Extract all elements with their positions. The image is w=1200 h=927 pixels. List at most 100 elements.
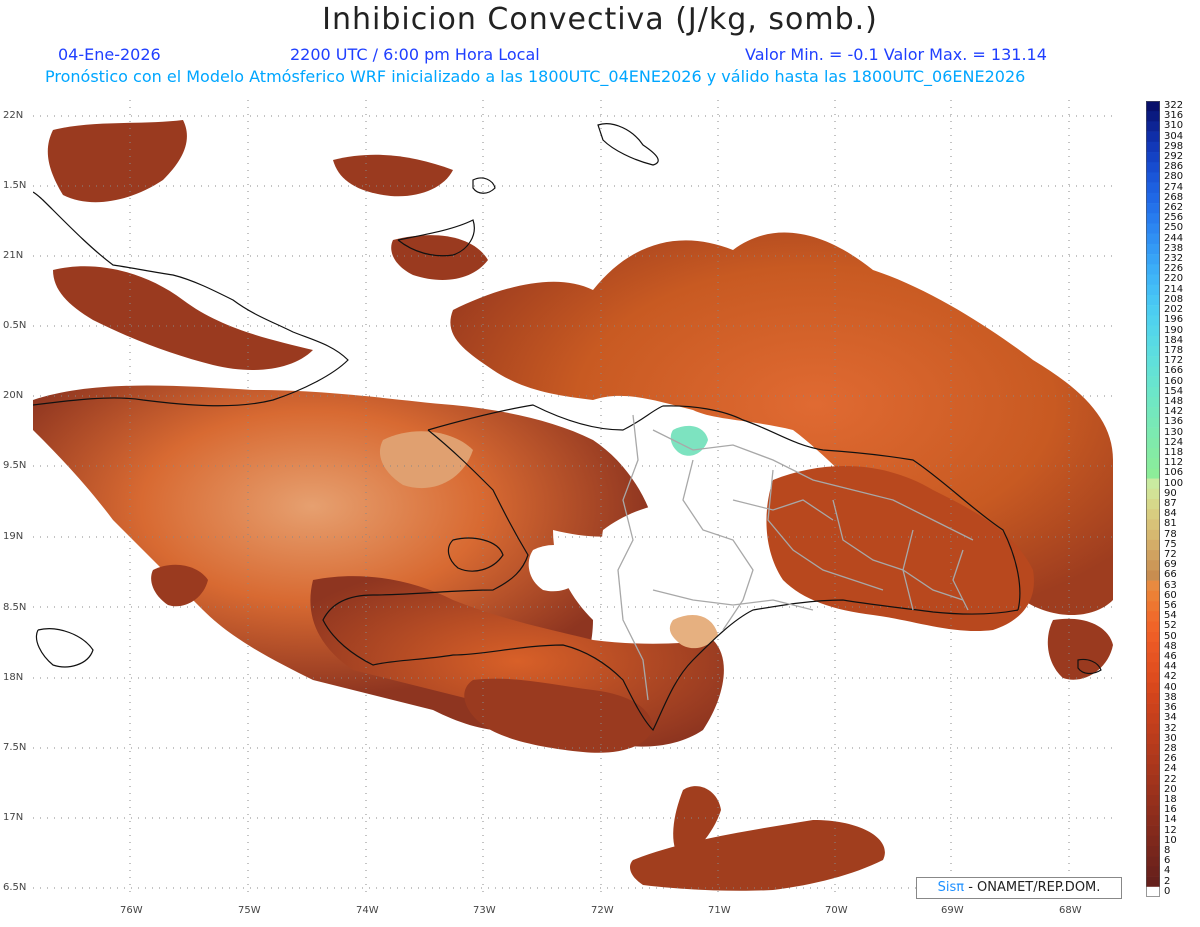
- colorbar-swatch: [1146, 284, 1160, 296]
- map-canvas: [33, 100, 1118, 896]
- lon-label: 70W: [825, 905, 848, 916]
- coastline-bahamas-2: [597, 123, 659, 166]
- lat-label: 22N: [3, 110, 24, 121]
- colorbar-swatch: [1146, 570, 1160, 581]
- colorbar-label: 14: [1164, 814, 1177, 826]
- colorbar-swatch: [1146, 866, 1160, 877]
- map-title: Inhibicion Convectiva (J/kg, somb.): [322, 2, 878, 37]
- colorbar-swatch: [1146, 345, 1160, 357]
- colorbar-label: 166: [1164, 365, 1184, 377]
- colorbar-swatch: [1146, 641, 1160, 653]
- colorbar-swatch: [1146, 509, 1160, 520]
- colorbar-label: 310: [1164, 120, 1184, 132]
- colorbar-label: 196: [1164, 314, 1184, 326]
- lat-label: 20N: [3, 390, 24, 401]
- colorbar-swatch: [1146, 335, 1160, 347]
- cin-peak: [670, 425, 708, 456]
- colorbar-swatch: [1146, 754, 1160, 765]
- colorbar-swatch: [1146, 601, 1160, 612]
- colorbar-swatch: [1146, 325, 1160, 337]
- colorbar-label: 136: [1164, 416, 1184, 428]
- colorbar-swatch: [1146, 458, 1160, 469]
- cin-patch-bahamas-3: [391, 235, 488, 280]
- credit-prefix: Sis: [937, 880, 957, 895]
- colorbar-swatch: [1146, 315, 1160, 326]
- colorbar-swatch: [1146, 519, 1160, 530]
- colorbar-swatch: [1146, 835, 1160, 847]
- colorbar-swatch: [1146, 233, 1160, 245]
- min-max-values: Valor Min. = -0.1 Valor Max. = 131.14: [745, 45, 1047, 64]
- colorbar-swatch: [1146, 662, 1160, 673]
- colorbar-swatch: [1146, 243, 1160, 255]
- colorbar-swatch: [1146, 162, 1160, 173]
- lon-label: 76W: [120, 905, 143, 916]
- colorbar-label: 34: [1164, 712, 1177, 724]
- colorbar-swatch: [1146, 856, 1160, 867]
- colorbar-label: 24: [1164, 763, 1177, 775]
- credit-suffix: - ONAMET/REP.DOM.: [968, 880, 1101, 895]
- colorbar-label: 4: [1164, 865, 1171, 877]
- cin-patch-cuba: [53, 266, 313, 370]
- colorbar-label: 0: [1164, 885, 1171, 897]
- lat-label: 18N: [3, 672, 24, 683]
- coastline-bahamas-1: [472, 177, 496, 194]
- colorbar-swatch: [1146, 152, 1160, 163]
- colorbar-label: 81: [1164, 518, 1177, 530]
- colorbar-swatch: [1146, 590, 1160, 602]
- colorbar-swatch: [1146, 815, 1160, 826]
- colorbar-swatch: [1146, 713, 1160, 724]
- lat-label: 6.5N: [3, 882, 27, 893]
- colorbar-swatch: [1146, 764, 1160, 775]
- colorbar-label: 106: [1164, 467, 1184, 479]
- cin-patch-bahamas-2: [333, 154, 453, 197]
- colorbar-swatch: [1146, 876, 1160, 888]
- colorbar-swatch: [1146, 254, 1160, 265]
- lon-label: 69W: [941, 905, 964, 916]
- colorbar-swatch: [1146, 203, 1160, 214]
- colorbar-swatch: [1146, 621, 1160, 632]
- colorbar-swatch: [1146, 294, 1160, 306]
- colorbar-swatch: [1146, 101, 1160, 112]
- colorbar-swatch: [1146, 356, 1160, 367]
- cin-patch-bahamas-1: [47, 120, 187, 203]
- colorbar-swatch: [1146, 131, 1160, 143]
- colorbar-label: 66: [1164, 569, 1177, 581]
- colorbar-swatch: [1146, 213, 1160, 224]
- colorbar-swatch: [1146, 529, 1160, 541]
- colorbar-swatch: [1146, 774, 1160, 786]
- colorbar-swatch: [1146, 723, 1160, 735]
- clear-zone-central-dr: [602, 501, 757, 605]
- colorbar-label: 220: [1164, 273, 1184, 285]
- colorbar-swatch: [1146, 182, 1160, 194]
- colorbar-swatch: [1146, 468, 1160, 479]
- lon-label: 73W: [473, 905, 496, 916]
- colorbar-swatch: [1146, 427, 1160, 439]
- colorbar-swatch: [1146, 692, 1160, 704]
- colorbar-label: 190: [1164, 324, 1184, 336]
- colorbar-swatch: [1146, 488, 1160, 500]
- colorbar-swatch: [1146, 447, 1160, 459]
- forecast-time: 2200 UTC / 6:00 pm Hora Local: [290, 45, 540, 64]
- lat-label: 7.5N: [3, 742, 27, 753]
- colorbar-swatch: [1146, 264, 1160, 275]
- colorbar-swatch: [1146, 417, 1160, 428]
- colorbar-swatch: [1146, 550, 1160, 561]
- colorbar-swatch: [1146, 560, 1160, 571]
- lon-label: 75W: [238, 905, 261, 916]
- colorbar-label: 42: [1164, 671, 1177, 683]
- colorbar-swatch: [1146, 223, 1160, 234]
- colorbar-label: 52: [1164, 620, 1177, 632]
- clear-zone-haiti-gulf: [528, 545, 588, 592]
- lon-label: 71W: [708, 905, 731, 916]
- colorbar-swatch: [1146, 743, 1160, 755]
- lat-label: 1.5N: [3, 180, 27, 191]
- colorbar-swatch: [1146, 141, 1160, 153]
- coastline-jamaica: [35, 628, 94, 668]
- colorbar-swatch: [1146, 407, 1160, 418]
- colorbar-swatch: [1146, 682, 1160, 694]
- colorbar-swatch: [1146, 672, 1160, 683]
- credit-pi: π: [956, 880, 965, 895]
- forecast-description: Pronóstico con el Modelo Atmósferico WRF…: [45, 67, 1026, 86]
- lat-label: 0.5N: [3, 320, 27, 331]
- colorbar-swatch: [1146, 825, 1160, 837]
